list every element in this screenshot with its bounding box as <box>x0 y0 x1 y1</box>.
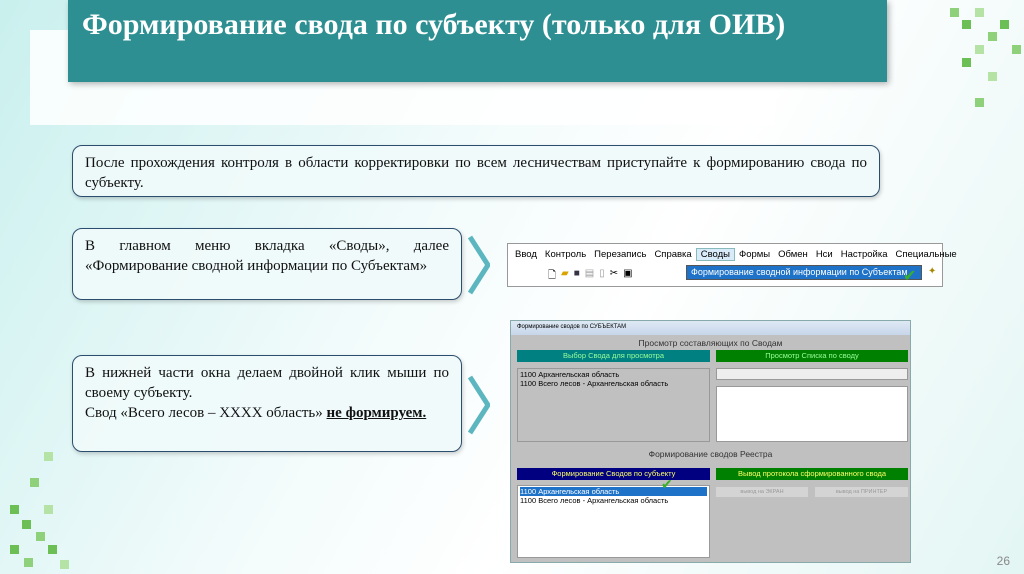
menu-item-nastroika[interactable]: Настройка <box>837 249 892 260</box>
save-icon[interactable]: ■ <box>574 268 580 285</box>
menu-item-vvod[interactable]: Ввод <box>511 249 541 260</box>
instruction-text: В нижней части окна делаем двойной клик … <box>85 365 449 401</box>
menu-item-specialnye[interactable]: Специальные <box>892 249 961 260</box>
svod-select-list[interactable]: 1100 Архангельская область 1100 Всего ле… <box>517 368 710 442</box>
menu-item-formy[interactable]: Формы <box>735 249 774 260</box>
open-folder-icon[interactable]: ▰ <box>561 268 569 285</box>
menu-item-nsi[interactable]: Нси <box>812 249 837 260</box>
list-item-selected[interactable]: 1100 Архангельская область <box>520 487 707 496</box>
instruction-box-1: После прохождения контроля в области кор… <box>72 145 880 197</box>
preview-icon[interactable]: ▯ <box>599 268 605 285</box>
tool-icon[interactable]: ✦ <box>928 266 936 277</box>
window-title: Формирование сводов по СУБЪЕКТАМ <box>511 321 910 335</box>
new-file-icon[interactable]: 🗋 <box>548 268 556 285</box>
menu-item-kontrol[interactable]: Контроль <box>541 249 590 260</box>
slide-title: Формирование свода по субъекту (только д… <box>68 0 887 82</box>
list-item[interactable]: 1100 Всего лесов - Архангельская область <box>520 379 707 388</box>
chevron-right-icon <box>468 375 490 435</box>
menu-bar: Ввод Контроль Перезапись Справка Своды Ф… <box>508 244 957 264</box>
menu-item-obmen[interactable]: Обмен <box>774 249 812 260</box>
view-field[interactable] <box>716 368 908 380</box>
dropdown-item-subjects[interactable]: Формирование сводной информации по Субъе… <box>686 265 922 280</box>
header-output: Вывод протокола сформированного свода <box>716 468 908 480</box>
subjects-window: Формирование сводов по СУБЪЕКТАМ Просмот… <box>510 320 911 563</box>
checkmark-icon: ✔ <box>903 268 917 285</box>
view-list[interactable] <box>716 386 908 442</box>
header-form: Формирование Сводов по субъекту <box>517 468 710 480</box>
menu-item-spravka[interactable]: Справка <box>650 249 695 260</box>
copy-icon[interactable]: ▣ <box>623 268 632 285</box>
list-item[interactable]: 1100 Архангельская область <box>520 370 707 379</box>
list-item[interactable]: 1100 Всего лесов - Архангельская область <box>520 496 707 505</box>
section-form-title: Формирование сводов Реестра <box>648 449 773 459</box>
checkmark-icon: ✔ <box>661 476 673 492</box>
output-printer-button[interactable]: вывод на ПРИНТЕР <box>815 487 908 497</box>
header-select: Выбор Свода для просмотра <box>517 350 710 362</box>
instruction-note: Свод «Всего лесов – XXXX область» <box>85 405 323 421</box>
subject-form-list[interactable]: 1100 Архангельская область 1100 Всего ле… <box>517 485 710 558</box>
toolbar: 🗋 ▰ ■ ▤ ▯ ✂ ▣ <box>548 268 633 285</box>
menu-item-perezapis[interactable]: Перезапись <box>590 249 650 260</box>
print-icon[interactable]: ▤ <box>585 268 594 285</box>
section-view-title: Просмотр составляющих по Сводам <box>638 338 783 348</box>
header-view: Просмотр Списка по своду <box>716 350 908 362</box>
instruction-emphasis: не формируем. <box>326 405 427 421</box>
page-number: 26 <box>996 554 1010 568</box>
main-menu-screenshot: Ввод Контроль Перезапись Справка Своды Ф… <box>507 243 957 287</box>
instruction-box-3: В нижней части окна делаем двойной клик … <box>72 355 462 452</box>
menu-item-svody[interactable]: Своды <box>695 247 735 261</box>
instruction-box-2: В главном меню вкладка «Своды», далее «Ф… <box>72 228 462 300</box>
output-screen-button[interactable]: вывод на ЭКРАН <box>716 487 808 497</box>
cut-icon[interactable]: ✂ <box>610 268 618 285</box>
chevron-right-icon <box>468 235 490 295</box>
